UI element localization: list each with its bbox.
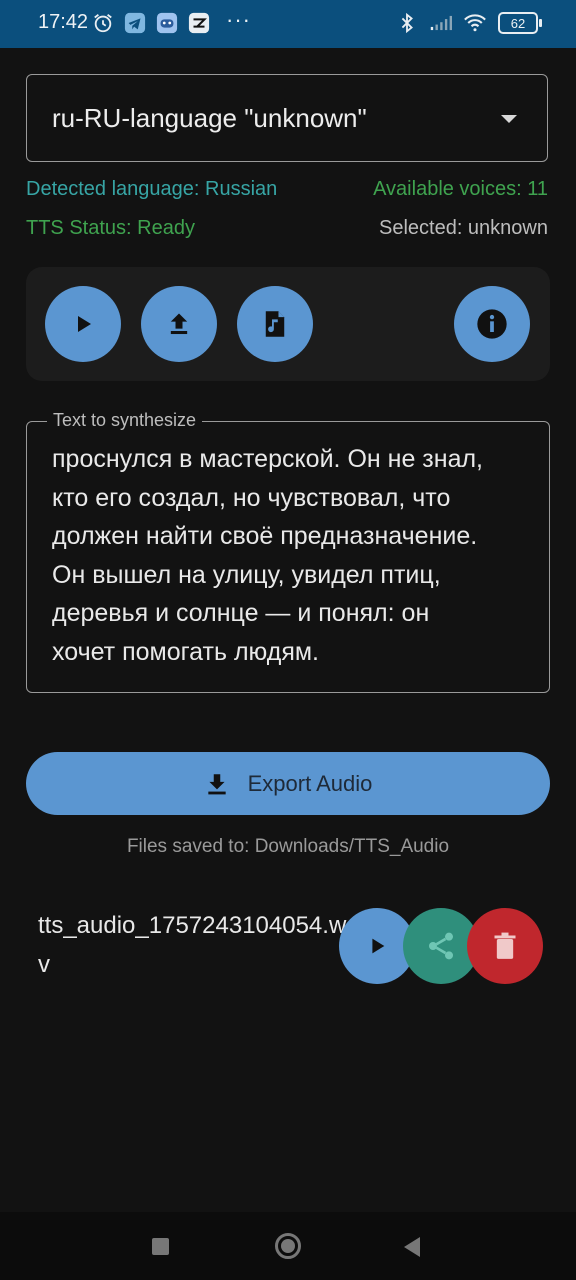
back-icon[interactable] bbox=[404, 1237, 420, 1257]
play-icon bbox=[78, 316, 91, 332]
available-voices-label: Available voices: 11 bbox=[373, 178, 548, 200]
bluetooth-icon bbox=[396, 12, 418, 34]
text-to-synthesize-field[interactable]: Text to synthesize проснулся в мастерско… bbox=[26, 410, 550, 693]
trash-icon bbox=[494, 932, 516, 959]
system-navigation-bar bbox=[0, 1212, 576, 1280]
detected-language-label: Detected language: Russian bbox=[26, 178, 278, 200]
upload-button[interactable] bbox=[141, 286, 217, 362]
share-icon bbox=[429, 932, 453, 960]
selected-voice-label: Selected: unknown bbox=[378, 217, 548, 239]
status-bar: 17:42 ··· 62 bbox=[0, 0, 576, 48]
signal-icon bbox=[430, 12, 452, 34]
audio-file-button[interactable] bbox=[237, 286, 313, 362]
play-button[interactable] bbox=[45, 286, 121, 362]
battery-icon: 62 bbox=[498, 12, 542, 34]
recent-apps-icon[interactable] bbox=[152, 1238, 169, 1255]
text-field-label: Text to synthesize bbox=[47, 410, 203, 431]
alarm-icon bbox=[92, 12, 114, 34]
dropdown-arrow-icon bbox=[501, 115, 517, 123]
audio-file-name: tts_audio_1757243104054.wav bbox=[38, 912, 360, 978]
more-notifications-icon: ··· bbox=[226, 7, 251, 32]
tts-status-label: TTS Status: Ready bbox=[26, 217, 195, 239]
info-icon bbox=[477, 309, 507, 339]
upload-icon bbox=[170, 313, 188, 335]
download-icon bbox=[207, 773, 226, 794]
voice-language-dropdown[interactable]: ru-RU-language "unknown" bbox=[26, 74, 548, 162]
audio-file-icon bbox=[265, 311, 285, 337]
home-icon[interactable] bbox=[275, 1233, 301, 1259]
delete-file-button[interactable] bbox=[467, 908, 543, 984]
action-toolbar bbox=[26, 267, 550, 381]
export-audio-button[interactable]: Export Audio bbox=[26, 752, 550, 815]
text-field-value[interactable]: проснулся в мастерской. Он не знал, кто … bbox=[52, 440, 529, 671]
dropdown-value: ru-RU-language "unknown" bbox=[52, 103, 367, 133]
play-icon bbox=[372, 938, 385, 954]
capcut-icon bbox=[188, 12, 210, 34]
info-button[interactable] bbox=[454, 286, 530, 362]
status-time: 17:42 bbox=[38, 11, 89, 33]
wifi-icon bbox=[464, 12, 486, 34]
files-saved-location: Files saved to: Downloads/TTS_Audio bbox=[126, 836, 450, 857]
telegram-icon bbox=[124, 12, 146, 34]
gamepad-icon bbox=[156, 12, 178, 34]
export-audio-label: Export Audio bbox=[247, 770, 373, 796]
